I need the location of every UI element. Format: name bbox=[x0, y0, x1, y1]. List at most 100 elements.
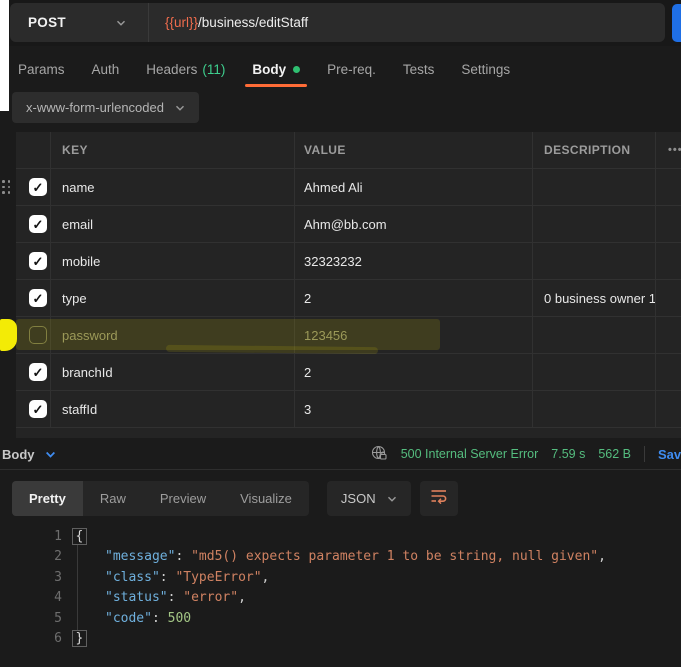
line-number: 2 bbox=[0, 549, 62, 564]
table-row-password-highlighted: password 123456 bbox=[16, 317, 681, 354]
indent-guide bbox=[77, 545, 78, 630]
tab-preview[interactable]: Preview bbox=[143, 481, 223, 516]
url-field[interactable]: POST {{url}}/business/editStaff bbox=[10, 3, 665, 42]
headers-count-badge: (11) bbox=[202, 62, 225, 77]
body-type-selector[interactable]: x-www-form-urlencoded bbox=[12, 92, 199, 123]
description-cell[interactable] bbox=[533, 206, 656, 242]
key-cell[interactable]: email bbox=[51, 206, 295, 242]
table-row: ✓ branchId 2 bbox=[16, 354, 681, 391]
value-cell[interactable]: 32323232 bbox=[295, 243, 533, 279]
description-cell[interactable]: 0 business owner 1 ad bbox=[533, 280, 656, 316]
tab-settings[interactable]: Settings bbox=[461, 62, 510, 77]
response-meta-bar: Body 500 Internal Server Error 7.59 s 56… bbox=[0, 439, 681, 470]
value-cell[interactable]: Ahmed Ali bbox=[295, 169, 533, 205]
table-row: ✓ name Ahmed Ali bbox=[16, 169, 681, 206]
row-checkbox[interactable]: ✓ bbox=[29, 400, 47, 418]
tab-body[interactable]: Body bbox=[252, 62, 300, 77]
key-cell[interactable]: name bbox=[51, 169, 295, 205]
save-response-button[interactable]: Save bbox=[658, 447, 681, 462]
description-cell[interactable] bbox=[533, 317, 656, 353]
line-number: 5 bbox=[0, 611, 62, 626]
tab-auth[interactable]: Auth bbox=[92, 62, 120, 77]
table-row: ✓ type 2 0 business owner 1 ad bbox=[16, 280, 681, 317]
value-cell[interactable]: Ahm@bb.com bbox=[295, 206, 533, 242]
postman-window: POST {{url}}/business/editStaff Params A… bbox=[0, 0, 681, 667]
status-badge[interactable]: 500 Internal Server Error bbox=[401, 447, 539, 461]
json-line: 5 "code": 500 bbox=[0, 608, 681, 629]
line-number: 3 bbox=[0, 570, 62, 585]
line-number: 1 bbox=[0, 529, 62, 544]
response-body-viewer[interactable]: 1 { 2 "message": "md5() expects paramete… bbox=[0, 526, 681, 667]
screenshot-edge bbox=[0, 0, 9, 111]
response-time[interactable]: 7.59 s bbox=[551, 447, 585, 461]
row-checkbox[interactable]: ✓ bbox=[29, 215, 47, 233]
key-cell[interactable]: branchId bbox=[51, 354, 295, 390]
key-cell[interactable]: password bbox=[51, 317, 295, 353]
table-row: ✓ mobile 32323232 bbox=[16, 243, 681, 280]
close-brace: } bbox=[72, 630, 87, 647]
tab-raw[interactable]: Raw bbox=[83, 481, 143, 516]
yellow-marker-blob bbox=[0, 319, 17, 351]
chevron-down-icon bbox=[45, 449, 55, 459]
table-row: ✓ email Ahm@bb.com bbox=[16, 206, 681, 243]
active-tab-underline bbox=[245, 84, 307, 87]
json-line: 3 "class": "TypeError", bbox=[0, 567, 681, 588]
response-view-tabs: Pretty Raw Preview Visualize JSON bbox=[12, 481, 458, 516]
request-tabs: Params Auth Headers(11) Body Pre-req. Te… bbox=[18, 52, 510, 86]
wrap-text-button[interactable] bbox=[420, 481, 458, 516]
key-cell[interactable]: mobile bbox=[51, 243, 295, 279]
description-cell[interactable] bbox=[533, 391, 656, 427]
row-checkbox[interactable]: ✓ bbox=[29, 289, 47, 307]
response-size[interactable]: 562 B bbox=[598, 447, 631, 461]
method-selector[interactable]: POST bbox=[28, 15, 116, 30]
json-line: 1 { bbox=[0, 526, 681, 547]
drag-handle-icon[interactable] bbox=[2, 180, 11, 194]
tab-pretty[interactable]: Pretty bbox=[12, 481, 83, 516]
line-number: 6 bbox=[0, 631, 62, 646]
tab-params[interactable]: Params bbox=[18, 62, 65, 77]
key-cell[interactable]: type bbox=[51, 280, 295, 316]
chevron-down-icon[interactable] bbox=[116, 18, 126, 28]
description-cell[interactable] bbox=[533, 243, 656, 279]
tab-headers[interactable]: Headers(11) bbox=[146, 62, 225, 77]
column-header-value: VALUE bbox=[295, 132, 533, 168]
wrap-text-icon bbox=[430, 488, 448, 509]
description-cell[interactable] bbox=[533, 354, 656, 390]
url-input[interactable]: {{url}}/business/editStaff bbox=[165, 15, 308, 30]
row-checkbox[interactable]: ✓ bbox=[29, 252, 47, 270]
chevron-down-icon bbox=[387, 494, 397, 504]
description-cell[interactable] bbox=[533, 169, 656, 205]
request-url-bar: POST {{url}}/business/editStaff bbox=[0, 0, 681, 46]
row-checkbox[interactable]: ✓ bbox=[29, 178, 47, 196]
globe-lock-icon[interactable] bbox=[370, 444, 388, 465]
tab-visualize[interactable]: Visualize bbox=[223, 481, 309, 516]
divider bbox=[148, 3, 149, 42]
row-checkbox-unchecked[interactable] bbox=[29, 326, 47, 344]
column-header-description: DESCRIPTION bbox=[533, 132, 656, 168]
response-body-selector[interactable]: Body bbox=[2, 447, 55, 462]
tab-pre-request[interactable]: Pre-req. bbox=[327, 62, 376, 77]
body-has-content-dot bbox=[293, 66, 300, 73]
value-cell[interactable]: 2 bbox=[295, 354, 533, 390]
value-cell[interactable]: 123456 bbox=[295, 317, 533, 353]
key-cell[interactable]: staffId bbox=[51, 391, 295, 427]
row-checkbox[interactable]: ✓ bbox=[29, 363, 47, 381]
url-path: /business/editStaff bbox=[198, 15, 308, 30]
send-button[interactable] bbox=[672, 4, 681, 42]
format-selector[interactable]: JSON bbox=[327, 481, 411, 516]
form-params-table: KEY VALUE DESCRIPTION ••• ✓ name Ahmed A… bbox=[0, 132, 681, 438]
json-line: 6 } bbox=[0, 629, 681, 650]
chevron-down-icon bbox=[175, 103, 185, 113]
value-cell[interactable]: 2 bbox=[295, 280, 533, 316]
line-number: 4 bbox=[0, 590, 62, 605]
more-options-icon[interactable]: ••• bbox=[668, 144, 681, 156]
tab-tests[interactable]: Tests bbox=[403, 62, 435, 77]
json-line: 4 "status": "error", bbox=[0, 588, 681, 609]
open-brace: { bbox=[72, 528, 87, 545]
divider bbox=[644, 446, 645, 462]
table-header-row: KEY VALUE DESCRIPTION ••• bbox=[16, 132, 681, 169]
value-cell[interactable]: 3 bbox=[295, 391, 533, 427]
url-variable: {{url}} bbox=[165, 15, 198, 30]
table-row-partial bbox=[16, 428, 681, 438]
table-row: ✓ staffId 3 bbox=[16, 391, 681, 428]
